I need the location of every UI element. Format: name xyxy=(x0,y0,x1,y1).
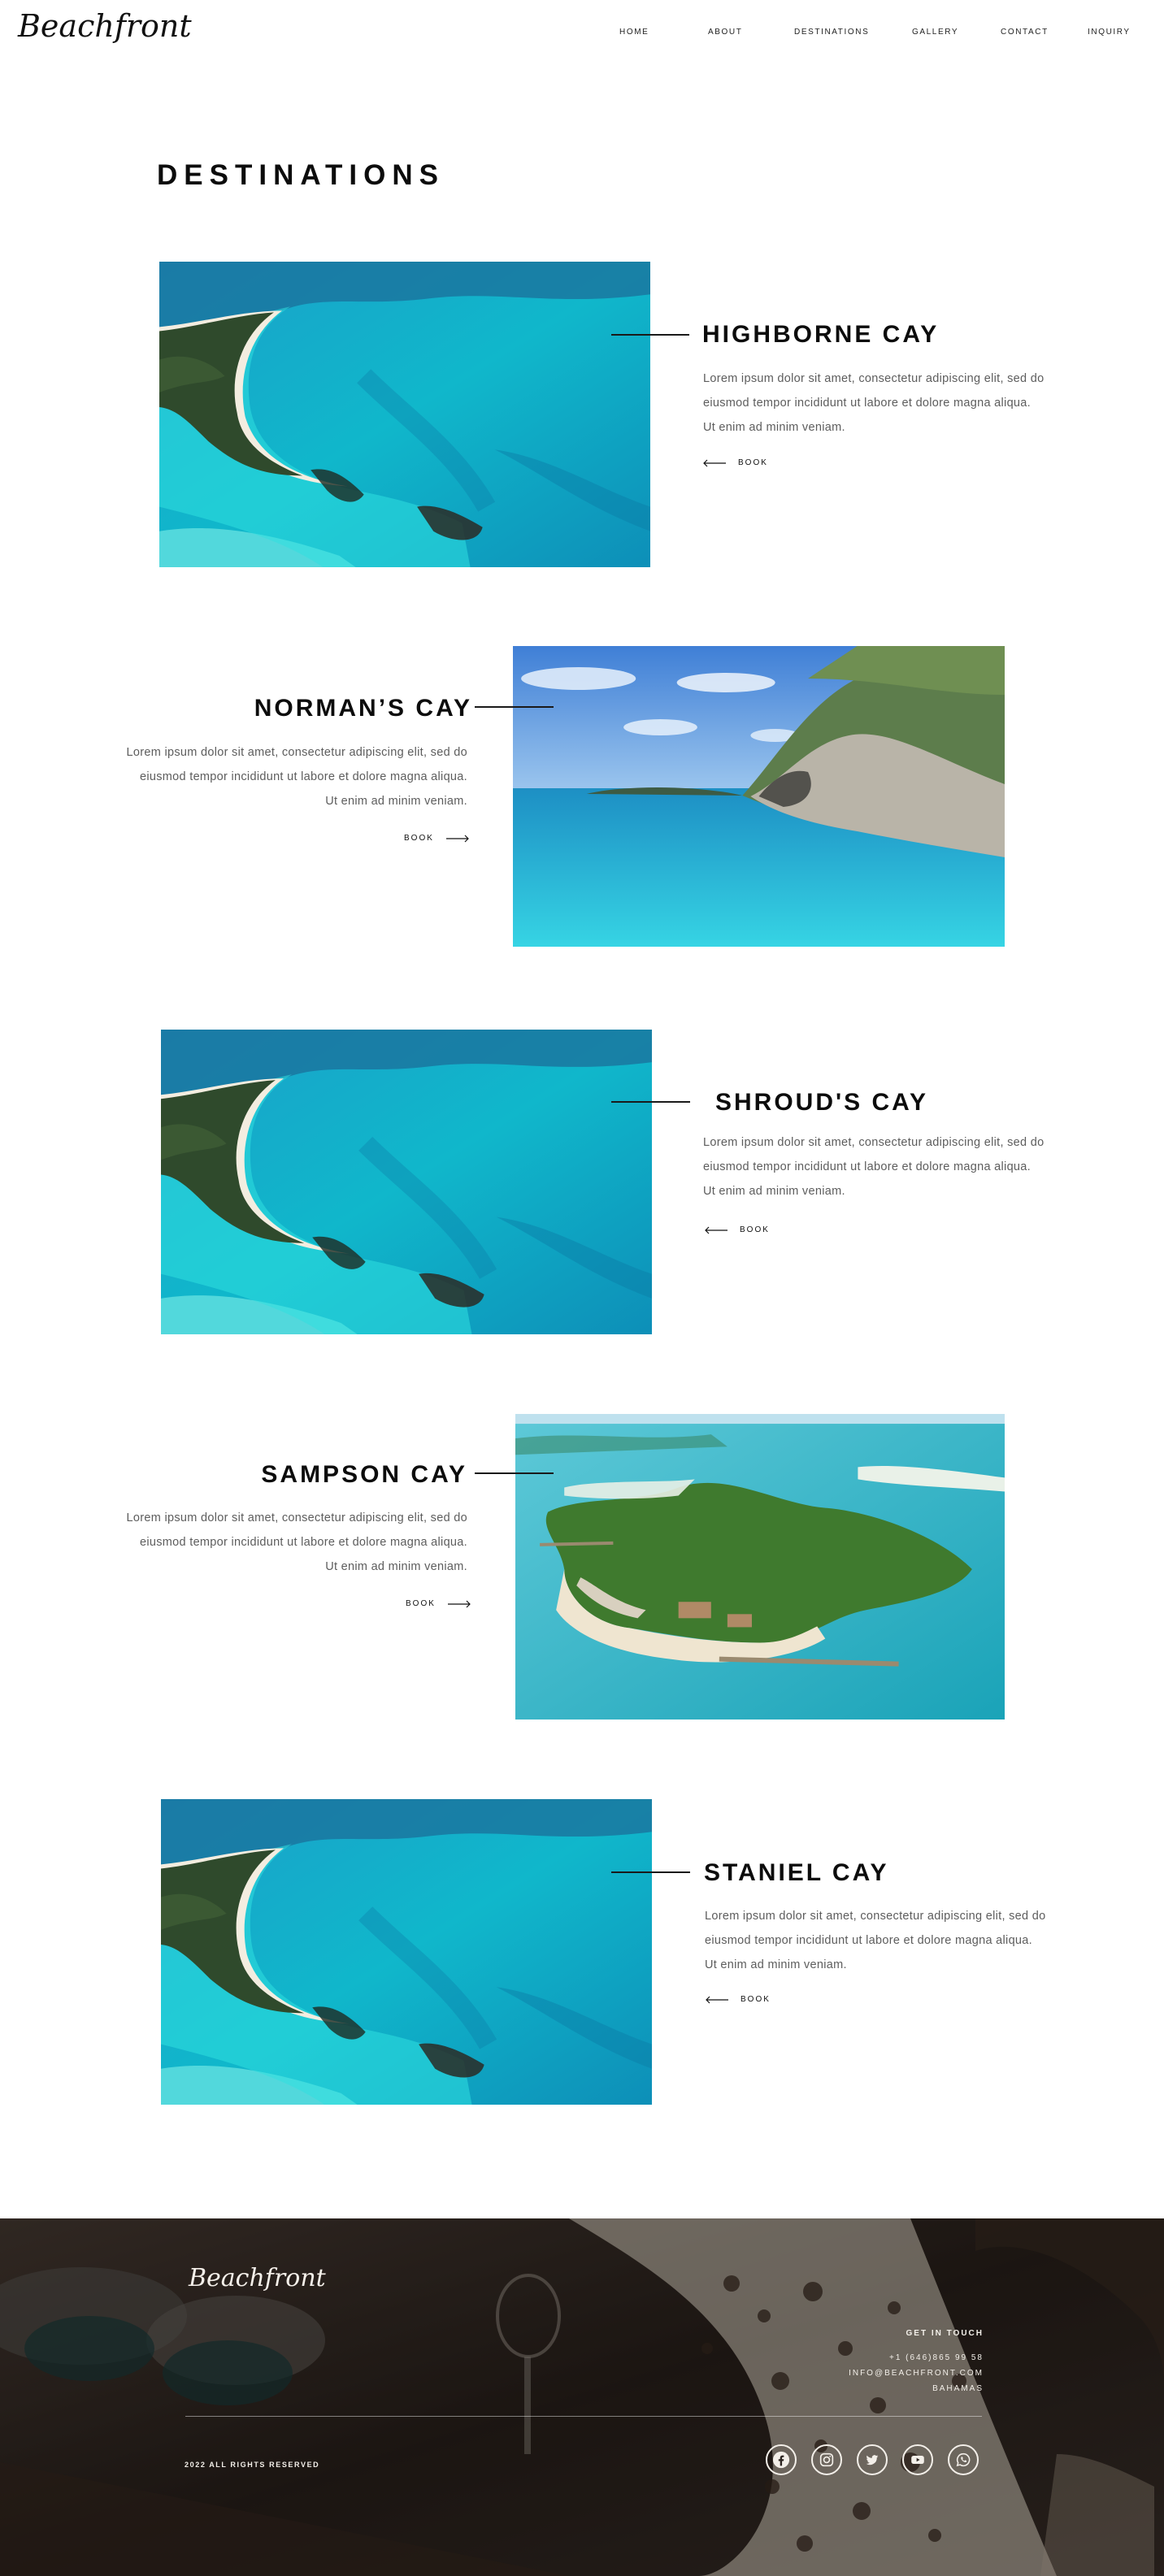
title-rule xyxy=(475,706,554,708)
destination-title: NORMAN’S CAY xyxy=(254,695,472,722)
book-label: BOOK xyxy=(738,458,768,467)
book-button[interactable]: BOOK xyxy=(406,1599,471,1608)
footer-background-photo xyxy=(0,2218,1164,2576)
destination-photo-staniel-cay[interactable] xyxy=(161,1799,652,2105)
destination-photo-shrouds-cay[interactable] xyxy=(161,1030,652,1334)
destination-title: SHROUD'S CAY xyxy=(715,1089,929,1116)
nav-gallery[interactable]: GALLERY xyxy=(912,28,958,37)
site-footer: Beachfront GET IN TOUCH +1 (646)865 99 5… xyxy=(0,2218,1164,2576)
arrow-left-icon xyxy=(704,1226,728,1234)
nav-home[interactable]: HOME xyxy=(619,28,649,37)
twitter-icon[interactable] xyxy=(857,2444,888,2475)
whatsapp-icon[interactable] xyxy=(948,2444,979,2475)
destination-description: Lorem ipsum dolor sit amet, consectetur … xyxy=(703,372,1045,434)
destination-description: Lorem ipsum dolor sit amet, consectetur … xyxy=(126,1511,467,1573)
arrow-right-icon xyxy=(445,835,470,843)
contact-location: BAHAMAS xyxy=(932,2384,984,2393)
book-label: BOOK xyxy=(406,1599,436,1608)
book-label: BOOK xyxy=(741,1995,771,2004)
destination-description: Lorem ipsum dolor sit amet, consectetur … xyxy=(126,746,467,808)
title-rule xyxy=(611,334,689,336)
youtube-icon[interactable] xyxy=(902,2444,933,2475)
destination-description: Lorem ipsum dolor sit amet, consectetur … xyxy=(703,1136,1045,1198)
contact-heading: GET IN TOUCH xyxy=(906,2329,984,2338)
book-label: BOOK xyxy=(404,834,434,843)
book-label: BOOK xyxy=(740,1225,770,1234)
book-button[interactable]: BOOK xyxy=(404,834,470,843)
destination-photo-normans-cay[interactable] xyxy=(513,646,1005,947)
nav-inquiry[interactable]: INQUIRY xyxy=(1088,28,1131,37)
instagram-icon[interactable] xyxy=(811,2444,842,2475)
footer-divider xyxy=(185,2416,982,2417)
arrow-right-icon xyxy=(447,1600,471,1608)
arrow-left-icon xyxy=(705,1996,729,2004)
contact-phone[interactable]: +1 (646)865 99 58 xyxy=(889,2353,984,2362)
contact-email[interactable]: INFO@BEACHFRONT.COM xyxy=(849,2369,984,2378)
main-nav: HOME ABOUT DESTINATIONS GALLERY CONTACT … xyxy=(0,28,1164,39)
destination-photo-highborne-cay[interactable] xyxy=(159,262,650,567)
facebook-icon[interactable] xyxy=(766,2444,797,2475)
title-rule xyxy=(611,1871,690,1873)
destination-title: SAMPSON CAY xyxy=(261,1461,467,1488)
title-rule xyxy=(475,1472,554,1474)
nav-destinations[interactable]: DESTINATIONS xyxy=(794,28,869,37)
book-button[interactable]: BOOK xyxy=(704,1225,770,1234)
destination-title: HIGHBORNE CAY xyxy=(702,321,940,348)
copyright: 2022 ALL RIGHTS RESERVED xyxy=(185,2461,320,2469)
destination-title: STANIEL CAY xyxy=(704,1859,889,1886)
nav-about[interactable]: ABOUT xyxy=(708,28,742,37)
site-header: Beachfront HOME ABOUT DESTINATIONS GALLE… xyxy=(0,0,1164,65)
arrow-left-icon xyxy=(702,459,727,467)
page-title: DESTINATIONS xyxy=(157,159,445,191)
destination-description: Lorem ipsum dolor sit amet, consectetur … xyxy=(705,1910,1046,1971)
book-button[interactable]: BOOK xyxy=(702,458,768,467)
destination-photo-sampson-cay[interactable] xyxy=(515,1414,1005,1720)
nav-contact[interactable]: CONTACT xyxy=(1001,28,1049,37)
footer-logo[interactable]: Beachfront xyxy=(189,2264,326,2292)
book-button[interactable]: BOOK xyxy=(705,1995,771,2004)
title-rule xyxy=(611,1101,690,1103)
